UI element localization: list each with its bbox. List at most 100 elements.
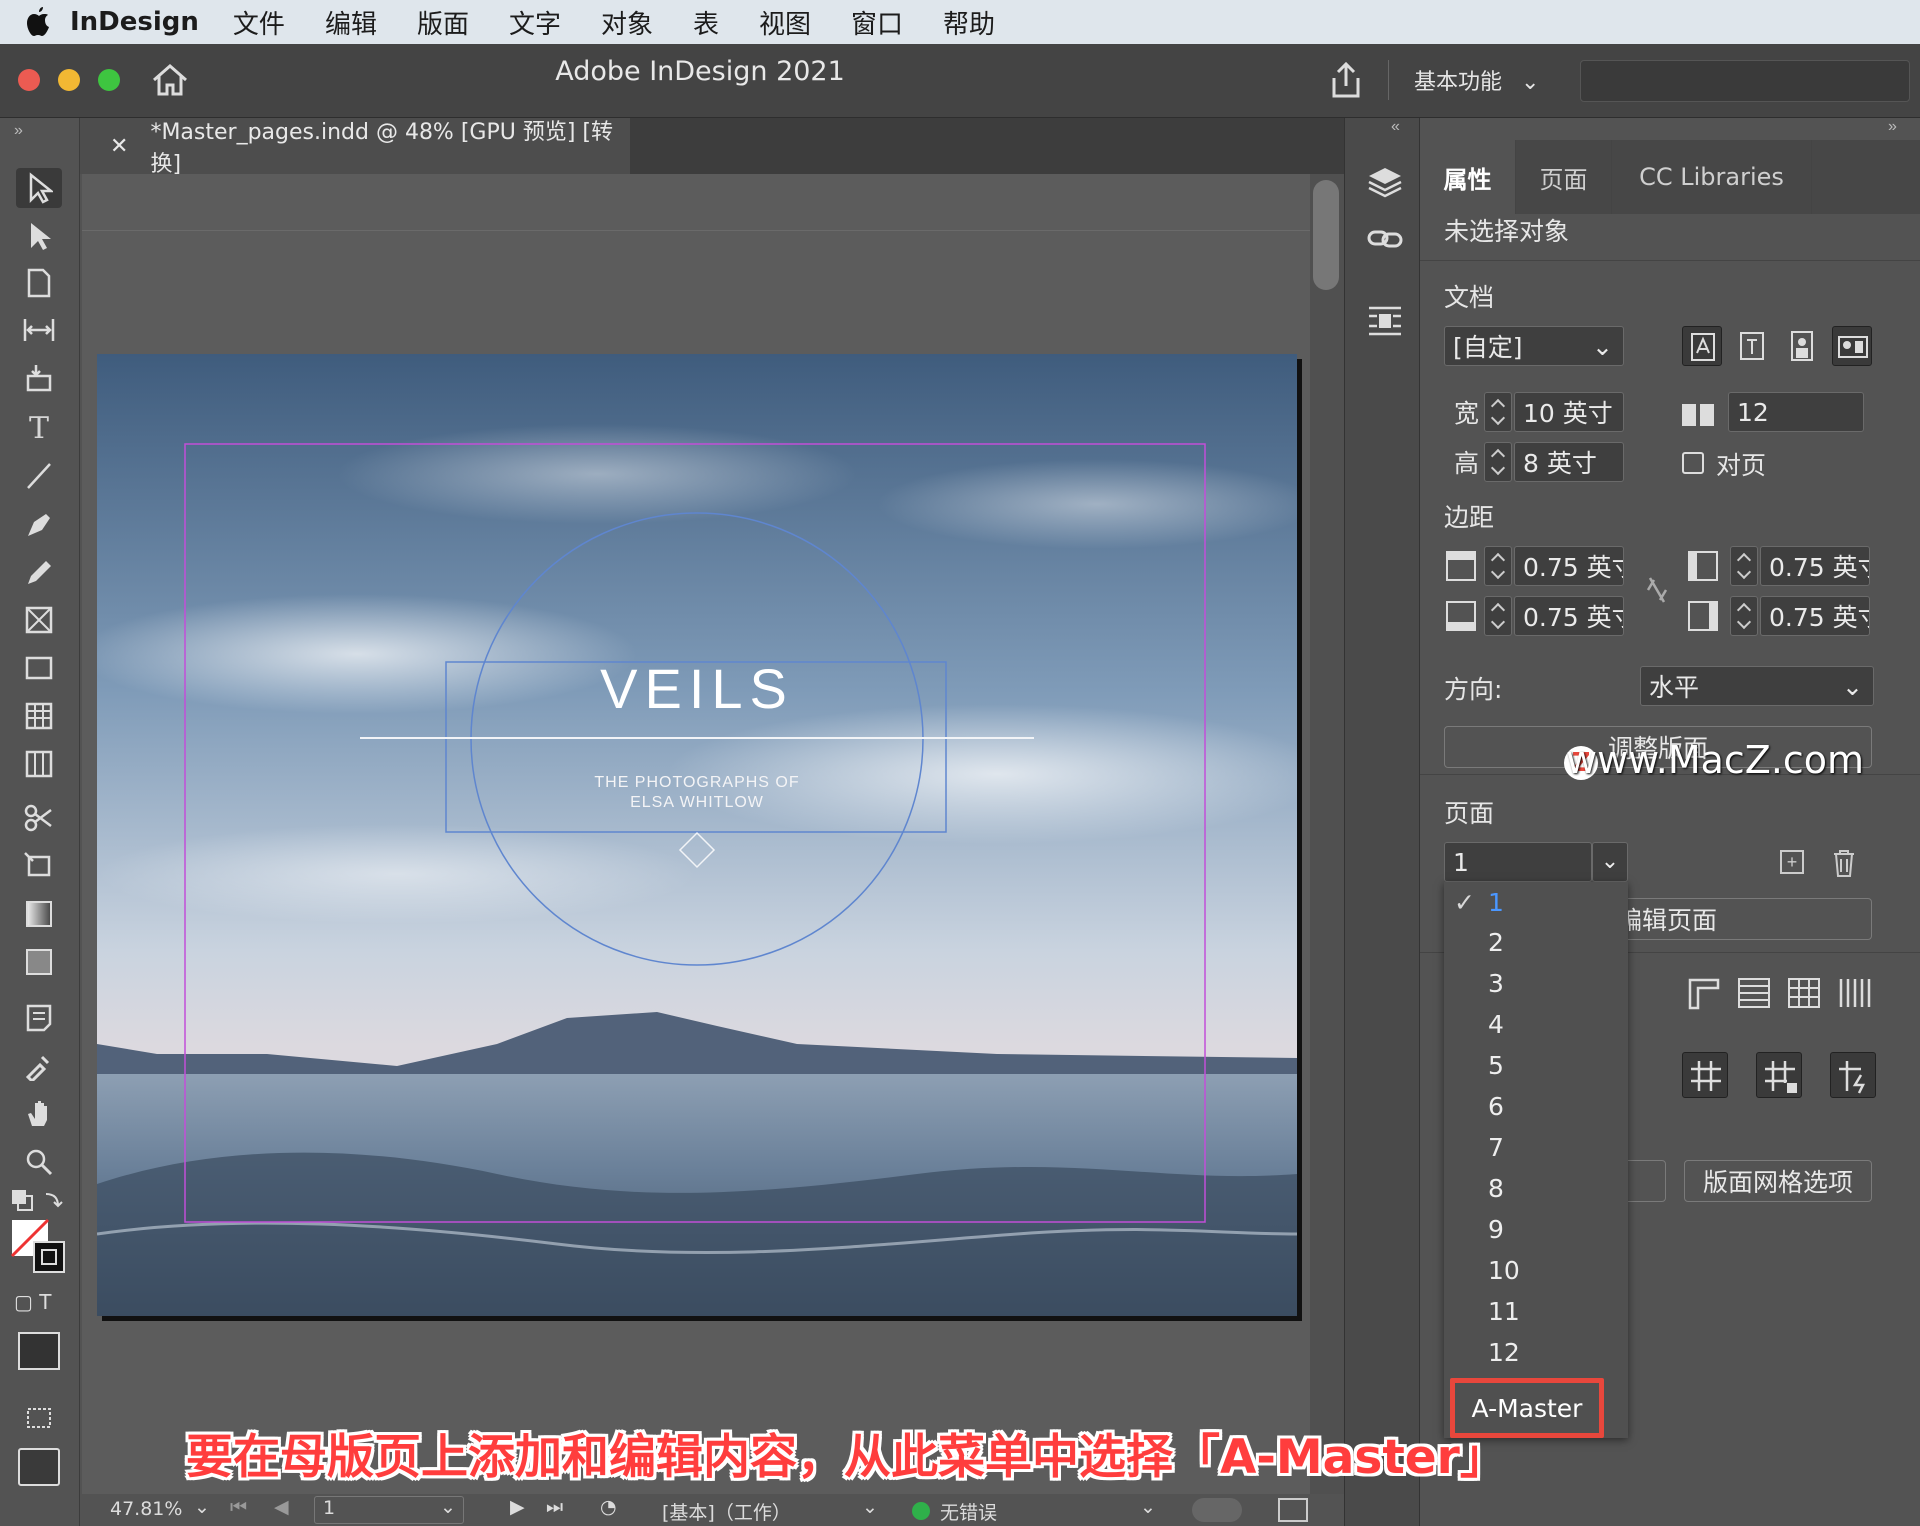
gradient-feather-tool-icon[interactable] [16,942,62,982]
margin-bottom-field[interactable]: 0.75 英寸 [1514,596,1624,636]
eyedropper-tool-icon[interactable] [16,1046,62,1086]
menu-help[interactable]: 帮助 [943,4,995,41]
layers-icon[interactable] [1367,164,1403,205]
width-stepper[interactable] [1484,392,1512,432]
vertical-scrollbar[interactable] [1310,174,1344,1494]
screen-mode-icon[interactable] [16,1398,62,1438]
insert-page-icon[interactable]: + [1780,850,1804,874]
page-option-3[interactable]: 3 [1444,963,1628,1003]
next-page-icon[interactable]: ▶ [510,1496,525,1518]
collapse-arrows-icon[interactable]: » [14,122,23,140]
portrait-orientation-icon[interactable] [1782,326,1822,371]
pen-tool-icon[interactable] [16,504,62,544]
vertical-scrollbar-thumb[interactable] [1313,180,1339,290]
snap-guides-icon[interactable] [1830,1052,1876,1098]
document-preset-select[interactable]: [自定] ⌄ [1444,326,1624,366]
scissors-tool-icon[interactable] [16,798,62,838]
gap-tool-icon[interactable] [16,310,62,350]
page-number-dropdown-icon[interactable]: ⌄ [440,1496,456,1518]
preflight-profile[interactable]: [基本]（工作） [662,1498,791,1525]
guides-icon[interactable] [1682,1052,1728,1098]
layout-grid-options-button[interactable]: 版面网格选项 [1684,1160,1872,1202]
page-option-11[interactable]: 11 [1444,1291,1628,1331]
page-option-6[interactable]: 6 [1444,1086,1628,1126]
preflight-status[interactable]: 无错误 [940,1498,997,1525]
menu-object[interactable]: 对象 [601,4,653,41]
workspace-switcher[interactable]: 基本功能 ⌄ [1414,64,1539,96]
close-tab-icon[interactable]: ✕ [110,134,128,159]
document-page[interactable]: VEILS THE PHOTOGRAPHS OF ELSA WHITLOW [97,354,1297,1316]
apple-icon[interactable] [0,0,70,44]
margin-left-field[interactable]: 0.75 英寸 [1760,546,1870,586]
page-option-12[interactable]: 12 [1444,1332,1628,1372]
page-option-10[interactable]: 10 [1444,1250,1628,1290]
menu-app-indesign[interactable]: InDesign [70,7,199,37]
content-collector-icon[interactable] [16,358,62,398]
type-tool-icon[interactable]: T [16,408,62,448]
zoom-level[interactable]: 47.81% [110,1498,182,1520]
line-tool-icon[interactable] [16,456,62,496]
text-wrap-icon[interactable] [1367,304,1403,343]
previous-page-icon[interactable]: ◀ [274,1496,289,1518]
collapse-dock-icon[interactable]: « [1391,118,1400,136]
edit-page-button[interactable]: 编辑页面 [1610,898,1872,940]
delete-page-icon[interactable] [1830,848,1858,883]
page-option-5[interactable]: 5 [1444,1045,1628,1085]
first-page-icon[interactable]: ⏮ [230,1496,247,1518]
page-select-chevron-icon[interactable]: ⌄ [1592,842,1628,882]
document-tab[interactable]: ✕ *Master_pages.indd @ 48% [GPU 预览] [转换] [80,118,630,177]
layout-grid-icon[interactable] [1836,976,1872,1015]
tab-cc-libraries[interactable]: CC Libraries [1612,140,1812,214]
margin-top-field[interactable]: 0.75 英寸 [1514,546,1624,586]
text-frame-icon[interactable] [1682,326,1722,366]
baseline-grid-icon[interactable] [1736,976,1772,1015]
height-stepper[interactable] [1484,442,1512,482]
table-tool-icon[interactable] [16,696,62,736]
menu-type[interactable]: 文字 [509,4,561,41]
width-field[interactable]: 10 英寸 [1514,392,1624,432]
collapse-panel-icon[interactable]: » [1888,118,1897,136]
smart-guides-icon[interactable] [1756,1052,1802,1098]
height-field[interactable]: 8 英寸 [1514,442,1624,482]
selection-tool-icon[interactable] [16,168,62,208]
rectangle-tool-icon[interactable] [16,648,62,688]
page-option-7[interactable]: 7 [1444,1127,1628,1167]
page-option-9[interactable]: 9 [1444,1209,1628,1249]
free-transform-tool-icon[interactable] [16,846,62,886]
menu-view[interactable]: 视图 [759,4,811,41]
link-margins-icon[interactable] [1642,570,1672,615]
tab-pages[interactable]: 页面 [1516,140,1612,214]
menu-edit[interactable]: 编辑 [325,4,377,41]
rectangle-frame-tool-icon[interactable] [16,600,62,640]
formatting-container-icon[interactable]: ▢ T [14,1290,51,1314]
grid-columns-tool-icon[interactable] [16,744,62,784]
primary-text-frame-icon[interactable] [1732,326,1772,371]
direct-selection-tool-icon[interactable] [16,216,62,256]
links-icon[interactable] [1367,224,1403,259]
zoom-window-button[interactable] [98,69,120,91]
search-input[interactable] [1580,60,1910,102]
page-tool-icon[interactable] [16,263,62,303]
open-in-window-icon[interactable]: ◔ [600,1496,617,1518]
menu-window[interactable]: 窗口 [851,4,903,41]
margin-left-stepper[interactable] [1730,546,1758,586]
tab-properties[interactable]: 属性 [1420,140,1516,214]
preflight-profile-dropdown-icon[interactable]: ⌄ [862,1496,878,1518]
landscape-orientation-icon[interactable] [1832,326,1872,366]
facing-pages-checkbox[interactable] [1682,452,1704,474]
page-count-field[interactable]: 12 [1728,392,1864,432]
document-grid-icon[interactable] [1786,976,1822,1015]
page-select[interactable]: 1 [1444,842,1592,882]
note-tool-icon[interactable] [16,998,62,1038]
margin-right-stepper[interactable] [1730,596,1758,636]
close-window-button[interactable] [18,69,40,91]
split-window-icon[interactable] [1278,1498,1308,1522]
margin-bottom-stepper[interactable] [1484,596,1512,636]
page-option-2[interactable]: 2 [1444,922,1628,962]
page-option-8[interactable]: 8 [1444,1168,1628,1208]
menu-layout[interactable]: 版面 [417,4,469,41]
home-icon[interactable] [150,62,190,103]
toggle-switch[interactable] [1192,1498,1242,1522]
apply-color-icon[interactable] [18,1332,60,1370]
margin-top-stepper[interactable] [1484,546,1512,586]
